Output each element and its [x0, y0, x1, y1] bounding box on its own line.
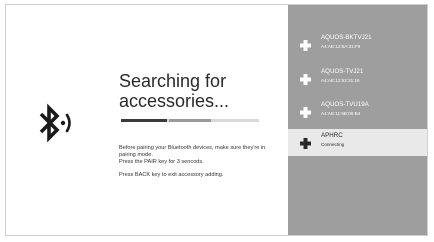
- device-item[interactable]: AQUOS-BKTVJ21 A4:AE:12:5A:31:F9: [288, 31, 427, 58]
- device-list: AQUOS-BKTVJ21 A4:AE:12:5A:31:F9 AQUOS-TV…: [288, 5, 427, 235]
- instruction-pairing-mode: Before pairing your Bluetooth devices, m…: [119, 145, 266, 158]
- search-pane: Searching for accessories... Before pair…: [6, 5, 288, 235]
- device-address: A4:AE:11:5B:06:B4: [321, 111, 361, 116]
- screen: Searching for accessories... Before pair…: [5, 4, 428, 236]
- progress-segment-dark: [121, 119, 167, 122]
- device-name: AQUOS-BKTVJ21: [321, 34, 372, 41]
- gamepad-icon: [300, 74, 311, 85]
- device-address: A4:AE:12:52:31:16: [321, 78, 360, 83]
- device-item-selected[interactable]: APHRC Connecting: [288, 129, 427, 156]
- device-address: A4:AE:12:5A:31:F9: [321, 44, 361, 49]
- bluetooth-searching-icon: [39, 103, 71, 143]
- device-item[interactable]: AQUOS-TVJ21 A4:AE:12:52:31:16: [288, 65, 427, 92]
- instruction-back-key: Press BACK key to exit accessory adding.: [119, 172, 224, 178]
- gamepad-icon: [300, 138, 311, 149]
- device-item[interactable]: AQUOS-TVU19A A4:AE:11:5B:06:B4: [288, 98, 427, 125]
- gamepad-icon: [300, 107, 311, 118]
- device-name: APHRC: [321, 132, 343, 139]
- instruction-pair-key: Press the PAIR key for 3 sencods.: [119, 159, 204, 165]
- device-name: AQUOS-TVU19A: [321, 101, 369, 108]
- progress-segment-light: [169, 119, 211, 122]
- device-name: AQUOS-TVJ21: [321, 68, 364, 75]
- search-progress-bar: [121, 119, 259, 122]
- page-title: Searching for accessories...: [119, 71, 230, 111]
- device-status: Connecting: [321, 142, 345, 147]
- instructions: Before pairing your Bluetooth devices, m…: [119, 145, 279, 179]
- gamepad-icon: [300, 40, 311, 51]
